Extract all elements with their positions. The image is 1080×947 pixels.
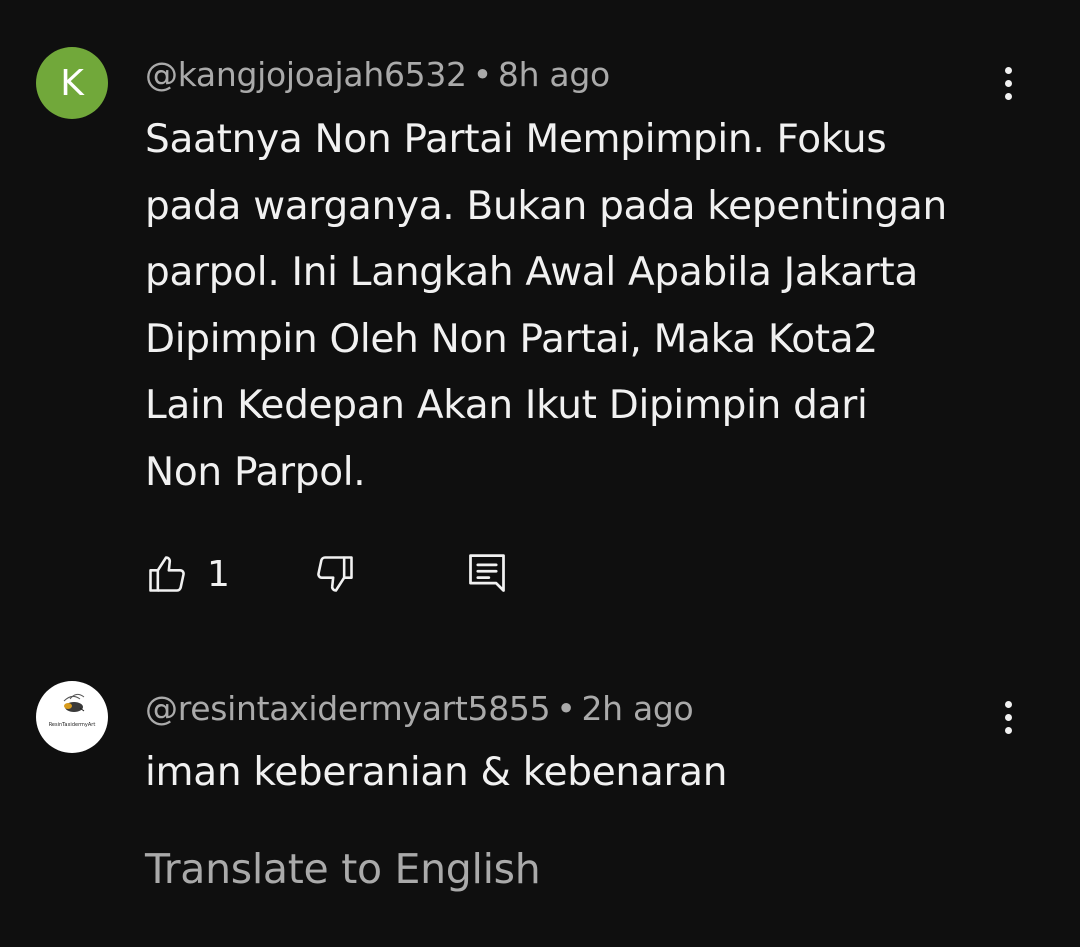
- comment-text-line: Dipimpin Oleh Non Partai, Maka Kota2: [145, 316, 878, 362]
- separator-dot: •: [472, 55, 492, 94]
- comment-time[interactable]: 8h ago: [498, 55, 610, 94]
- more-options-button[interactable]: [990, 692, 1026, 742]
- translate-button[interactable]: Translate to English: [145, 845, 541, 893]
- comment-text-line: parpol. Ini Langkah Awal Apabila Jakarta: [145, 250, 919, 296]
- thumbs-down-icon: [317, 556, 353, 592]
- comment-text-line: iman keberanian & kebenaran: [145, 750, 728, 795]
- comment-time[interactable]: 2h ago: [581, 689, 693, 728]
- author-handle[interactable]: @kangjojoajah6532: [145, 55, 467, 94]
- like-count: 1: [207, 553, 230, 595]
- comment-meta: @kangjojoajah6532 • 8h ago: [145, 55, 610, 94]
- comment-actions: 1: [145, 548, 545, 600]
- avatar-letter: K: [60, 62, 84, 104]
- more-vertical-icon: [1004, 700, 1012, 708]
- comment-text-line: Lain Kedepan Akan Ikut Dipimpin dari: [145, 383, 868, 429]
- logo-text: ResinTaxidermyArt: [48, 722, 96, 728]
- separator-dot: •: [556, 689, 576, 728]
- avatar[interactable]: K: [36, 47, 108, 119]
- comment-text: iman keberanian & kebenaran: [145, 740, 1025, 807]
- comment-text-line: pada warganya. Bukan pada kepentingan: [145, 183, 947, 229]
- comment-meta: @resintaxidermyart5855 • 2h ago: [145, 689, 694, 728]
- comment-text-line: Non Parpol.: [145, 449, 366, 495]
- like-button[interactable]: 1: [145, 548, 230, 600]
- more-vertical-icon-dot: [1004, 726, 1012, 734]
- comment-text: Saatnya Non Partai Mempimpin. Fokus pada…: [145, 107, 1025, 507]
- dislike-button[interactable]: [313, 548, 357, 600]
- author-handle[interactable]: @resintaxidermyart5855: [145, 689, 551, 728]
- comment-text-line: Saatnya Non Partai Mempimpin. Fokus: [145, 117, 887, 162]
- more-vertical-icon: [1004, 66, 1012, 74]
- more-vertical-icon-dot: [1004, 92, 1012, 100]
- more-vertical-icon-dot: [1004, 79, 1012, 87]
- resin-taxidermy-logo: [63, 693, 85, 712]
- reply-comment-icon: [469, 554, 505, 592]
- more-vertical-icon-dot: [1004, 713, 1012, 721]
- avatar[interactable]: ResinTaxidermyArt: [36, 681, 108, 753]
- reply-button[interactable]: [465, 548, 509, 600]
- more-options-button[interactable]: [990, 58, 1026, 108]
- thumbs-up-icon: [149, 556, 185, 592]
